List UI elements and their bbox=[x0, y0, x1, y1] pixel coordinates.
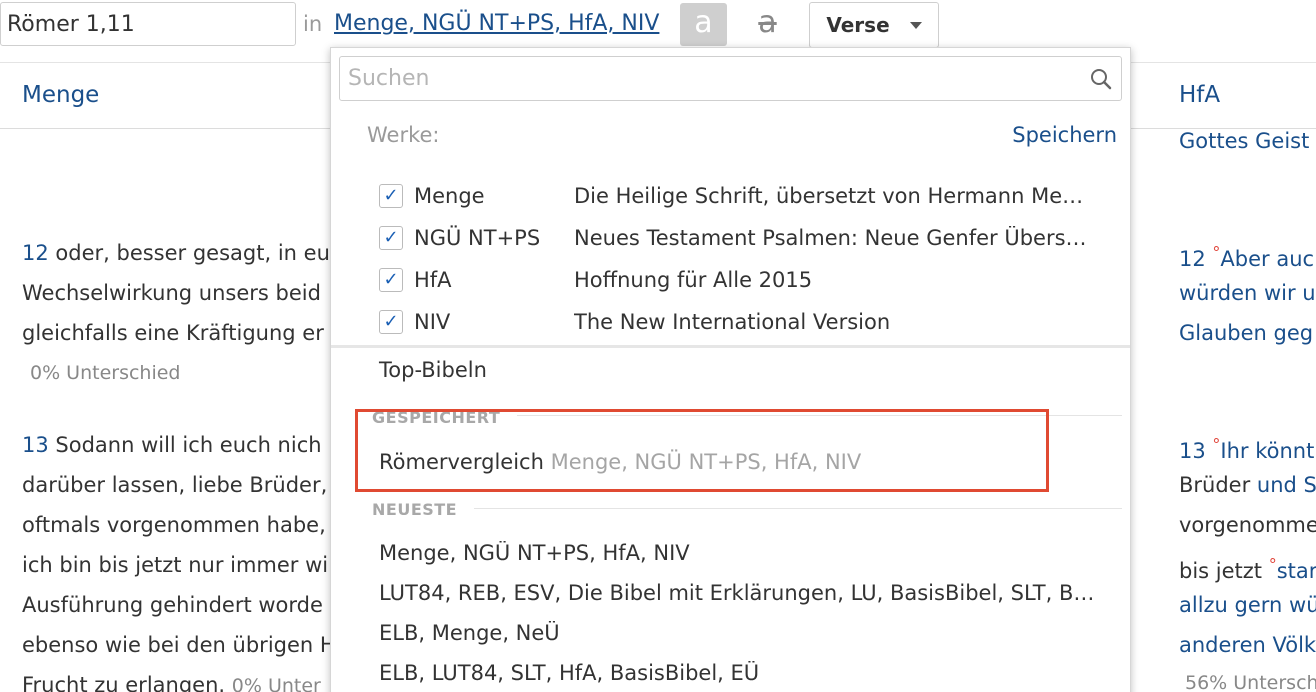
font-toggle-button[interactable]: a bbox=[680, 3, 727, 46]
recent-selection-item[interactable]: Menge, NGÜ NT+PS, HfA, NIV bbox=[379, 541, 1109, 565]
work-fullname: Neues Testament Psalmen: Neue Genfer Übe… bbox=[574, 226, 1087, 250]
verse-line: ich bin bis jetzt nur immer wi bbox=[22, 553, 329, 577]
checkbox-checked-icon[interactable]: ✓ bbox=[379, 310, 403, 334]
difference-label: 0% Unterschied bbox=[30, 362, 181, 384]
verse-line: anderen Völk bbox=[1179, 633, 1316, 657]
section-divider bbox=[331, 345, 1130, 348]
verse-line: allzu gern wü bbox=[1179, 593, 1316, 617]
verse-text-changed: und S bbox=[1256, 473, 1316, 497]
verse-line: darüber lassen, liebe Brüder, bbox=[22, 473, 328, 497]
search-icon bbox=[1091, 68, 1112, 89]
footnote-marker-icon[interactable]: ° bbox=[1269, 555, 1277, 574]
verse-line: Wechselwirkung unsers beid bbox=[22, 281, 321, 305]
verse-text: oder, besser gesagt, in eur bbox=[48, 241, 332, 265]
recent-selection-item[interactable]: ELB, LUT84, SLT, HfA, BasisBibel, EÜ bbox=[379, 661, 1109, 685]
verse-text: Ihr könnt bbox=[1220, 439, 1315, 463]
verse-line: Glauben geg bbox=[1179, 321, 1314, 345]
work-fullname: The New International Version bbox=[574, 310, 891, 334]
work-item-ngue[interactable]: ✓ NGÜ NT+PS Neues Testament Psalmen: Neu… bbox=[379, 218, 1119, 258]
verse-line: 13 Sodann will ich euch nich bbox=[22, 425, 322, 465]
recent-selection-item[interactable]: ELB, Menge, NeÜ bbox=[379, 621, 1109, 645]
work-abbr: NIV bbox=[414, 310, 451, 334]
recent-selection-item[interactable]: LUT84, REB, ESV, Die Bibel mit Erklärung… bbox=[379, 581, 1109, 605]
works-search-input[interactable]: Suchen bbox=[339, 56, 1122, 101]
works-selector-link[interactable]: Menge, NGÜ NT+PS, HfA, NIV bbox=[334, 11, 659, 36]
section-divider bbox=[474, 508, 1122, 509]
difference-label: 56% Untersch bbox=[1185, 672, 1316, 692]
search-placeholder: Suchen bbox=[348, 66, 430, 91]
difference-label: 0% Unter bbox=[231, 675, 321, 692]
verse-text: Sodann will ich euch nich bbox=[48, 433, 322, 457]
verse-text: Brüder bbox=[1179, 473, 1257, 497]
work-item-niv[interactable]: ✓ NIV The New International Version bbox=[379, 302, 1119, 342]
verse-line: Frucht zu erlangen. 0% Unter bbox=[22, 665, 321, 692]
work-abbr: HfA bbox=[414, 268, 452, 292]
verse-number[interactable]: 12 bbox=[22, 241, 49, 265]
verse-line: vorgenomme bbox=[1179, 513, 1316, 537]
verse-text: Frucht zu erlangen. bbox=[22, 673, 226, 692]
verse-text-changed: star bbox=[1276, 559, 1316, 583]
verse-line: gleichfalls eine Kräftigung er bbox=[22, 321, 324, 345]
chevron-down-icon bbox=[909, 21, 922, 29]
highlight-annotation-box bbox=[355, 409, 1049, 492]
top-bibles-item[interactable]: Top-Bibeln bbox=[379, 358, 487, 382]
verse-line: würden wir u bbox=[1179, 281, 1316, 305]
checkbox-checked-icon[interactable]: ✓ bbox=[379, 184, 403, 208]
recent-section-label: NEUESTE bbox=[372, 500, 458, 519]
column-hfa: HfA Gottes Geist g 12 ° Aber auc würden w… bbox=[1179, 0, 1316, 692]
verse-text: Aber auc bbox=[1220, 247, 1315, 271]
work-abbr: Menge bbox=[414, 184, 485, 208]
verse-line: oftmals vorgenommen habe, bbox=[22, 513, 326, 537]
work-fullname: Hoffnung für Alle 2015 bbox=[574, 268, 813, 292]
verse-number[interactable]: 13 bbox=[1179, 439, 1206, 463]
work-item-hfa[interactable]: ✓ HfA Hoffnung für Alle 2015 bbox=[379, 260, 1119, 300]
verse-number[interactable]: 12 bbox=[1179, 247, 1206, 271]
verse-line: 12 oder, besser gesagt, in eur bbox=[22, 233, 332, 273]
column-menge: Menge 12 oder, besser gesagt, in eur Wec… bbox=[22, 0, 332, 692]
view-mode-select[interactable]: Verse bbox=[809, 2, 939, 48]
verse-number[interactable]: 13 bbox=[22, 433, 49, 457]
work-fullname: Die Heilige Schrift, übersetzt von Herma… bbox=[574, 184, 1084, 208]
strikethrough-toggle-button[interactable]: a bbox=[744, 3, 791, 46]
verse-line: Brüder und S bbox=[1179, 465, 1316, 505]
column-title-menge[interactable]: Menge bbox=[22, 82, 99, 108]
checkbox-checked-icon[interactable]: ✓ bbox=[379, 226, 403, 250]
column-title-hfa[interactable]: HfA bbox=[1179, 82, 1220, 108]
works-label: Werke: bbox=[367, 123, 440, 147]
verse-line: Ausführung gehindert worde bbox=[22, 593, 323, 617]
verse-line: ebenso wie bei den übrigen H bbox=[22, 633, 332, 657]
checkbox-checked-icon[interactable]: ✓ bbox=[379, 268, 403, 292]
work-abbr: NGÜ NT+PS bbox=[414, 226, 541, 250]
verse-line: Gottes Geist g bbox=[1179, 129, 1316, 153]
works-dropdown: Suchen Werke: Speichern ✓ Menge Die Heil… bbox=[330, 47, 1131, 692]
view-mode-value: Verse bbox=[826, 13, 890, 37]
verse-text: bis jetzt bbox=[1179, 559, 1269, 583]
work-item-menge[interactable]: ✓ Menge Die Heilige Schrift, übersetzt v… bbox=[379, 176, 1119, 216]
save-button[interactable]: Speichern bbox=[1012, 123, 1117, 147]
